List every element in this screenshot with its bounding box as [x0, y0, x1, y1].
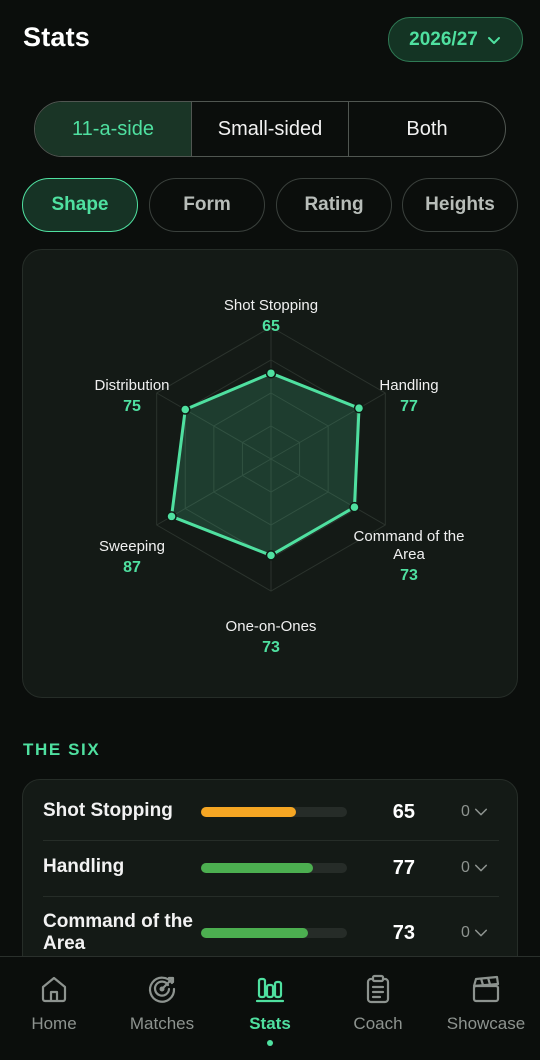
stats-tabs: Shape Form Rating Heights	[22, 178, 518, 232]
nav-label: Home	[31, 1014, 77, 1033]
stat-score: 65	[392, 801, 415, 823]
active-indicator	[267, 1040, 273, 1046]
matches-icon	[148, 976, 176, 1003]
nav-label: Showcase	[446, 1014, 526, 1033]
nav-label: Matches	[129, 1014, 195, 1033]
radar-axis-value: 65	[262, 318, 280, 335]
radar-axis-name: Sweeping	[99, 538, 165, 555]
radar-label-one-on-ones: One-on-Ones 73	[226, 618, 317, 657]
showcase-icon	[472, 975, 500, 1003]
radar-axis-name: Distribution	[94, 377, 170, 394]
nav-label: Stats	[249, 1014, 291, 1033]
stats-icon	[255, 977, 285, 1003]
chevron-down-icon	[474, 864, 487, 872]
stat-bar-track	[201, 863, 347, 873]
stat-delta-toggle[interactable]: 0	[461, 859, 488, 877]
page-title: Stats	[23, 22, 91, 52]
stat-name: Handling	[43, 856, 125, 877]
season-label: 2026/27	[409, 28, 478, 50]
stat-name: Shot Stopping	[43, 800, 173, 821]
stat-row-shot-stopping[interactable]: Shot Stopping 65 0	[23, 780, 517, 840]
stat-bar-fill	[201, 863, 314, 873]
nav-item-stats[interactable]: Stats	[216, 957, 324, 1060]
stat-bar-track	[201, 807, 347, 817]
nav-item-coach[interactable]: Coach	[324, 957, 432, 1060]
stat-bar-track	[201, 928, 347, 938]
coach-icon	[366, 974, 390, 1004]
stat-delta: 0	[461, 924, 470, 941]
radar-axis-name: One-on-Ones	[225, 618, 317, 635]
radar-point	[353, 402, 365, 414]
stat-name: Command of the Area	[43, 911, 193, 954]
tab-form[interactable]: Form	[149, 178, 265, 232]
radar-axis-value: 75	[123, 398, 141, 415]
radar-point	[180, 404, 191, 415]
stat-bar-fill	[201, 807, 296, 817]
section-title-the-six: THE SIX	[23, 740, 101, 759]
stat-delta: 0	[461, 803, 470, 820]
radar-label-distribution: Distribution 75	[94, 377, 169, 416]
season-selector[interactable]: 2026/27	[388, 17, 523, 62]
stat-bar-fill	[201, 928, 308, 938]
header: Stats 2026/27	[0, 0, 540, 80]
format-option-11-a-side[interactable]: 11-a-side	[35, 102, 192, 156]
stat-score: 77	[392, 857, 415, 879]
tab-shape[interactable]: Shape	[22, 178, 138, 232]
radar-series-shape	[170, 371, 361, 557]
radar-label-handling: Handling 77	[379, 377, 438, 416]
home-icon	[41, 976, 67, 1003]
chevron-down-icon	[474, 929, 487, 937]
stat-score: 73	[392, 922, 415, 944]
nav-item-matches[interactable]: Matches	[108, 957, 216, 1060]
radar-axis-value: 73	[400, 567, 418, 584]
format-option-both[interactable]: Both	[349, 102, 505, 156]
radar-axis-value: 77	[400, 398, 418, 415]
stat-delta-toggle[interactable]: 0	[461, 924, 488, 942]
radar-point	[349, 501, 360, 513]
chevron-down-icon	[474, 808, 487, 816]
radar-axis-value: 87	[123, 559, 141, 576]
stat-delta: 0	[461, 859, 470, 876]
stat-row-handling[interactable]: Handling 77 0	[23, 840, 517, 896]
radar-axis-value: 73	[262, 639, 280, 656]
bottom-nav: Home Matches Stats Coach Showcase	[0, 956, 540, 1060]
format-toggle: 11-a-side Small-sided Both	[34, 101, 506, 157]
radar-card: Shot Stopping 65 Handling 77 Command of …	[22, 249, 518, 698]
chevron-down-icon	[487, 36, 500, 44]
radar-label-shot-stopping: Shot Stopping 65	[224, 297, 318, 336]
nav-item-showcase[interactable]: Showcase	[432, 957, 540, 1060]
the-six-card: Shot Stopping 65 0 Handling 77 0 Command…	[22, 779, 518, 979]
radar-label-sweeping: Sweeping 87	[99, 538, 165, 577]
nav-item-home[interactable]: Home	[0, 957, 108, 1060]
radar-axis-name: Handling	[379, 377, 439, 394]
radar-point	[265, 550, 277, 561]
stat-delta-toggle[interactable]: 0	[461, 803, 488, 821]
radar-point	[265, 367, 277, 379]
radar-point	[166, 511, 177, 522]
radar-axis-name: Command of the Area	[353, 528, 465, 563]
nav-label: Coach	[353, 1014, 403, 1033]
tab-heights[interactable]: Heights	[402, 178, 518, 232]
radar-label-command-of-the-area: Command of the Area 73	[344, 528, 474, 585]
format-option-small-sided[interactable]: Small-sided	[192, 102, 349, 156]
radar-axis-name: Shot Stopping	[223, 297, 319, 314]
tab-rating[interactable]: Rating	[276, 178, 392, 232]
